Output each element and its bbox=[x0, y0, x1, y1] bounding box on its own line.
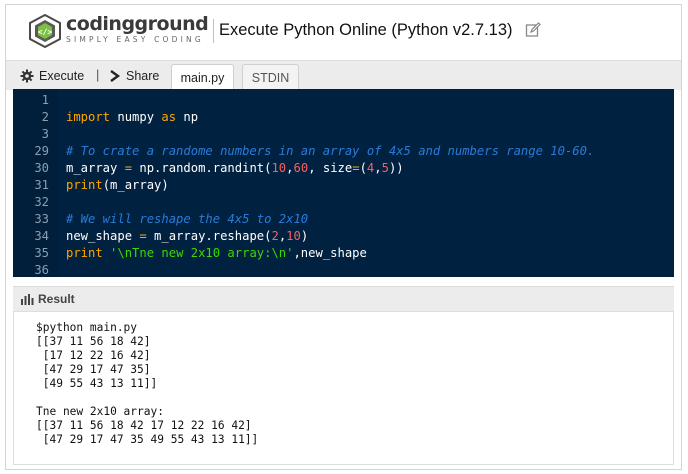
code-text: print(m_array) bbox=[66, 177, 169, 194]
code-token: 5 bbox=[381, 161, 389, 175]
output-line: [[37 11 56 18 42 17 12 22 16 42] bbox=[36, 419, 252, 432]
code-token: ( bbox=[359, 161, 367, 175]
code-line[interactable]: 30 m_array = np.random.randint(10,60, siz… bbox=[13, 160, 674, 177]
code-token: np.random.randint( bbox=[132, 161, 272, 175]
gear-icon bbox=[20, 69, 34, 82]
page-title: Execute Python Online (Python v2.7.13) bbox=[219, 21, 513, 39]
code-token: # We will reshape the 4x5 to 2x10 bbox=[66, 212, 309, 226]
code-token: '\nTne new 2x10 array:\n' bbox=[110, 246, 294, 260]
line-number: 29 bbox=[34, 144, 49, 158]
svg-text:</>: </> bbox=[38, 28, 53, 37]
code-line[interactable]: 33 # We will reshape the 4x5 to 2x10 bbox=[13, 211, 674, 228]
share-icon bbox=[110, 69, 121, 82]
code-token: ,new_shape bbox=[293, 246, 367, 260]
output-line: [47 29 17 47 35 49 55 43 13 11]] bbox=[36, 433, 259, 446]
share-label: Share bbox=[126, 68, 160, 83]
code-token: , size bbox=[308, 161, 353, 175]
output-line: $python main.py bbox=[36, 321, 138, 334]
brand-name: codingground bbox=[66, 13, 209, 35]
brand-tagline: SIMPLY EASY CODING bbox=[66, 35, 204, 44]
code-line[interactable]: 2 import numpy as np bbox=[13, 109, 674, 126]
logo-icon: </> bbox=[29, 14, 61, 48]
output-line: Tne new 2x10 array: bbox=[36, 405, 164, 418]
code-line[interactable]: 35 print '\nTne new 2x10 array:\n',new_sh… bbox=[13, 245, 674, 262]
tab-stdin[interactable]: STDIN bbox=[242, 64, 299, 90]
output-line: [[37 11 56 18 42] bbox=[36, 335, 151, 348]
code-token: , bbox=[286, 161, 294, 175]
code-token: = bbox=[124, 161, 133, 175]
code-token: # To crate a randome numbers in an array… bbox=[66, 144, 595, 158]
code-line[interactable]: 31 print(m_array) bbox=[13, 177, 674, 194]
brand[interactable]: codingground SIMPLY EASY CODING bbox=[66, 13, 209, 44]
code-token: (m_array) bbox=[102, 178, 169, 192]
toolbar: Execute | Share main.py STDIN bbox=[6, 60, 681, 90]
execute-label: Execute bbox=[39, 68, 85, 83]
code-token: import bbox=[66, 110, 111, 124]
code-token: new_shape bbox=[66, 229, 140, 243]
toolbar-separator: | bbox=[96, 67, 100, 82]
code-token: print bbox=[66, 178, 103, 192]
output-line: [17 12 22 16 42] bbox=[36, 349, 151, 362]
code-line[interactable]: 36 bbox=[13, 262, 674, 277]
tab-main-py[interactable]: main.py bbox=[171, 64, 234, 90]
code-line[interactable]: 34 new_shape = m_array.reshape(2,10) bbox=[13, 228, 674, 245]
code-text: import numpy as np bbox=[66, 109, 198, 126]
code-token: m_array.reshape( bbox=[146, 229, 272, 243]
code-text: print '\nTne new 2x10 array:\n',new_shap… bbox=[66, 245, 367, 262]
output-line: [47 29 17 47 35] bbox=[36, 363, 151, 376]
code-line[interactable]: 1 bbox=[13, 92, 674, 109]
line-number: 30 bbox=[34, 161, 49, 175]
code-token: 60 bbox=[293, 161, 309, 175]
code-token: 2 bbox=[271, 229, 279, 243]
result-output: $python main.py [[37 11 56 18 42] [17 12 … bbox=[13, 311, 674, 465]
code-line[interactable]: 32 bbox=[13, 194, 674, 211]
code-text: new_shape = m_array.reshape(2,10) bbox=[66, 228, 308, 245]
code-token: print bbox=[66, 246, 103, 260]
execute-button[interactable]: Execute bbox=[20, 61, 84, 90]
line-number: 31 bbox=[34, 178, 49, 192]
code-line[interactable]: 3 bbox=[13, 126, 674, 143]
line-number: 32 bbox=[34, 195, 49, 209]
code-token: np bbox=[176, 110, 199, 124]
share-button[interactable]: Share bbox=[109, 61, 159, 90]
code-text: # We will reshape the 4x5 to 2x10 bbox=[66, 211, 308, 228]
code-text: m_array = np.random.randint(10,60, size=… bbox=[66, 160, 404, 177]
code-editor[interactable]: 1 2 import numpy as np 3 29 # To crate a rand… bbox=[13, 89, 674, 277]
line-number: 2 bbox=[41, 110, 49, 124]
code-token: m_array bbox=[66, 161, 125, 175]
code-token: 10 bbox=[271, 161, 287, 175]
line-number: 34 bbox=[34, 229, 49, 243]
result-label: Result bbox=[38, 292, 75, 306]
code-token: numpy bbox=[110, 110, 162, 124]
line-number: 1 bbox=[41, 93, 49, 107]
header-divider bbox=[213, 19, 214, 43]
line-number: 36 bbox=[34, 263, 49, 277]
result-header: Result bbox=[13, 286, 674, 311]
code-token: as bbox=[161, 110, 177, 124]
line-number: 3 bbox=[41, 127, 49, 141]
output-line: [49 55 43 13 11]] bbox=[36, 377, 158, 390]
code-token: 10 bbox=[286, 229, 301, 243]
code-token: , bbox=[374, 161, 382, 175]
code-token: )) bbox=[388, 161, 404, 175]
code-token: ) bbox=[300, 229, 309, 243]
header: </> codingground SIMPLY EASY CODING Exec… bbox=[6, 5, 681, 57]
code-line[interactable]: 29 # To crate a randome numbers in an arr… bbox=[13, 143, 674, 160]
code-token: = bbox=[352, 161, 360, 175]
bar-chart-icon bbox=[21, 293, 34, 305]
line-number: 33 bbox=[34, 212, 49, 226]
line-number: 35 bbox=[34, 246, 49, 260]
code-text: # To crate a randome numbers in an array… bbox=[66, 143, 594, 160]
edit-icon[interactable] bbox=[525, 22, 541, 38]
code-token: = bbox=[139, 229, 147, 243]
app-window: </> codingground SIMPLY EASY CODING Exec… bbox=[5, 4, 682, 470]
